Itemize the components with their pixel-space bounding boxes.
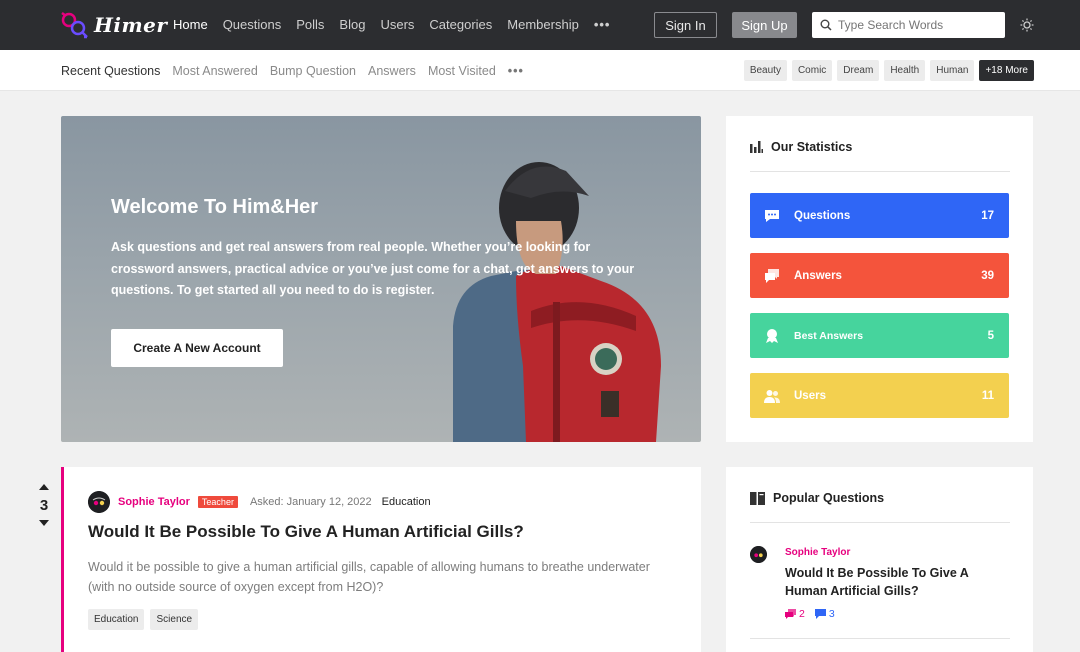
question-excerpt: Would it be possible to give a human art…: [88, 560, 650, 594]
create-account-button[interactable]: Create A New Account: [111, 329, 283, 367]
logo-icon: [61, 12, 88, 39]
statistics-title: Our Statistics: [750, 140, 852, 154]
hero-description: Ask questions and get real answers from …: [111, 240, 635, 297]
chat-icon: [765, 209, 779, 222]
search-icon: [820, 19, 832, 31]
main-nav: Home Questions Polls Blog Users Categori…: [173, 17, 625, 32]
answers-icon: [785, 609, 796, 619]
nav-item-home[interactable]: Home: [173, 17, 208, 32]
stat-value: 11: [981, 389, 994, 402]
tag-beauty[interactable]: Beauty: [743, 60, 787, 81]
question-date: Asked: January 12, 2022: [249, 496, 372, 508]
popular-title-label: Popular Questions: [773, 491, 885, 505]
upvote-icon[interactable]: [39, 484, 49, 490]
popular-questions-widget: Popular Questions Sophie Taylor Would It…: [726, 467, 1033, 652]
question-meta: Sophie Taylor Teacher Asked: January 12,…: [88, 491, 431, 513]
stat-label: Best Answers: [794, 329, 864, 342]
top-navbar: Himer Home Questions Polls Blog Users Ca…: [0, 0, 1080, 50]
logo-text: Himer: [94, 13, 168, 37]
statistics-widget: Our Statistics Questions 17 Answers 39 B…: [726, 116, 1033, 442]
tag-list: Beauty Comic Dream Health Human +18 More: [743, 60, 1034, 81]
ellipsis-icon[interactable]: •••: [594, 17, 611, 32]
vote-box: 3: [30, 484, 58, 526]
popular-author[interactable]: Sophie Taylor: [785, 547, 850, 558]
stat-questions[interactable]: Questions 17: [750, 193, 1009, 238]
divider: [750, 638, 1010, 639]
nav-item-questions[interactable]: Questions: [223, 17, 282, 32]
sun-icon[interactable]: [1020, 18, 1034, 32]
stat-value: 5: [987, 329, 994, 342]
sign-up-button[interactable]: Sign Up: [732, 12, 797, 38]
popular-questions-title: Popular Questions: [750, 491, 884, 505]
search-input[interactable]: [838, 18, 998, 32]
tag-comic[interactable]: Comic: [791, 60, 833, 81]
avatar-image: [750, 546, 767, 563]
stat-value: 17: [981, 209, 994, 222]
avatar[interactable]: [750, 546, 767, 563]
hero-banner: Welcome To Him&Her Ask questions and get…: [61, 116, 701, 442]
stat-label: Answers: [794, 269, 842, 282]
tab-recent-questions[interactable]: Recent Questions: [61, 64, 160, 78]
stat-answers[interactable]: Answers 39: [750, 253, 1009, 298]
sign-in-button[interactable]: Sign In: [654, 12, 717, 38]
avatar[interactable]: [88, 491, 110, 513]
chat-icon: [814, 609, 826, 619]
comments-count[interactable]: 3: [814, 608, 835, 620]
nav-item-membership[interactable]: Membership: [507, 17, 579, 32]
nav-item-blog[interactable]: Blog: [339, 17, 365, 32]
tag-dream[interactable]: Dream: [837, 60, 880, 81]
author-badge: Teacher: [197, 496, 238, 508]
comments-count-value: 3: [828, 608, 835, 620]
tag-health[interactable]: Health: [884, 60, 926, 81]
question-tabs: Recent Questions Most Answered Bump Ques…: [61, 64, 536, 78]
popular-question-title[interactable]: Would It Be Possible To Give A Human Art…: [785, 564, 995, 600]
nav-item-polls[interactable]: Polls: [296, 17, 324, 32]
logo[interactable]: Himer: [60, 11, 167, 39]
award-icon: [766, 328, 778, 343]
bar-chart-icon: [750, 141, 763, 153]
tab-bump-question[interactable]: Bump Question: [270, 64, 356, 78]
stat-label: Users: [794, 389, 826, 402]
stat-users[interactable]: Users 11: [750, 373, 1009, 418]
answers-count[interactable]: 2: [785, 608, 805, 620]
nav-item-categories[interactable]: Categories: [429, 17, 492, 32]
popular-counts: 2 3: [785, 608, 835, 620]
avatar-image: [88, 491, 110, 513]
question-tags: Education Science: [88, 609, 199, 630]
tab-most-answered[interactable]: Most Answered: [172, 64, 257, 78]
downvote-icon[interactable]: [39, 520, 49, 526]
search-box[interactable]: [812, 12, 1005, 38]
tab-answers[interactable]: Answers: [368, 64, 416, 78]
question-category[interactable]: Education: [382, 496, 431, 508]
question-author[interactable]: Sophie Taylor: [118, 496, 190, 508]
book-icon: [750, 491, 765, 505]
stat-value: 39: [981, 269, 994, 282]
hero-title: Welcome To Him&Her: [111, 196, 319, 218]
stat-label: Questions: [794, 209, 851, 222]
tag-education[interactable]: Education: [88, 609, 145, 630]
answers-icon: [765, 268, 779, 283]
stat-best-answers[interactable]: Best Answers 5: [750, 313, 1009, 358]
answers-count-value: 2: [799, 608, 805, 620]
vote-count: 3: [39, 497, 49, 514]
question-title[interactable]: Would It Be Possible To Give A Human Art…: [88, 522, 524, 542]
statistics-title-label: Our Statistics: [771, 140, 853, 154]
tag-human[interactable]: Human: [930, 60, 975, 81]
divider: [750, 171, 1010, 172]
users-icon: [764, 389, 780, 403]
nav-item-users[interactable]: Users: [380, 17, 414, 32]
tab-most-visited[interactable]: Most Visited: [428, 64, 496, 78]
sub-navbar: Recent Questions Most Answered Bump Ques…: [0, 50, 1080, 91]
ellipsis-icon[interactable]: •••: [508, 64, 524, 78]
tag-science[interactable]: Science: [150, 609, 199, 630]
more-tags-button[interactable]: +18 More: [979, 60, 1034, 81]
divider: [750, 522, 1010, 523]
question-card: Sophie Taylor Teacher Asked: January 12,…: [61, 467, 701, 652]
